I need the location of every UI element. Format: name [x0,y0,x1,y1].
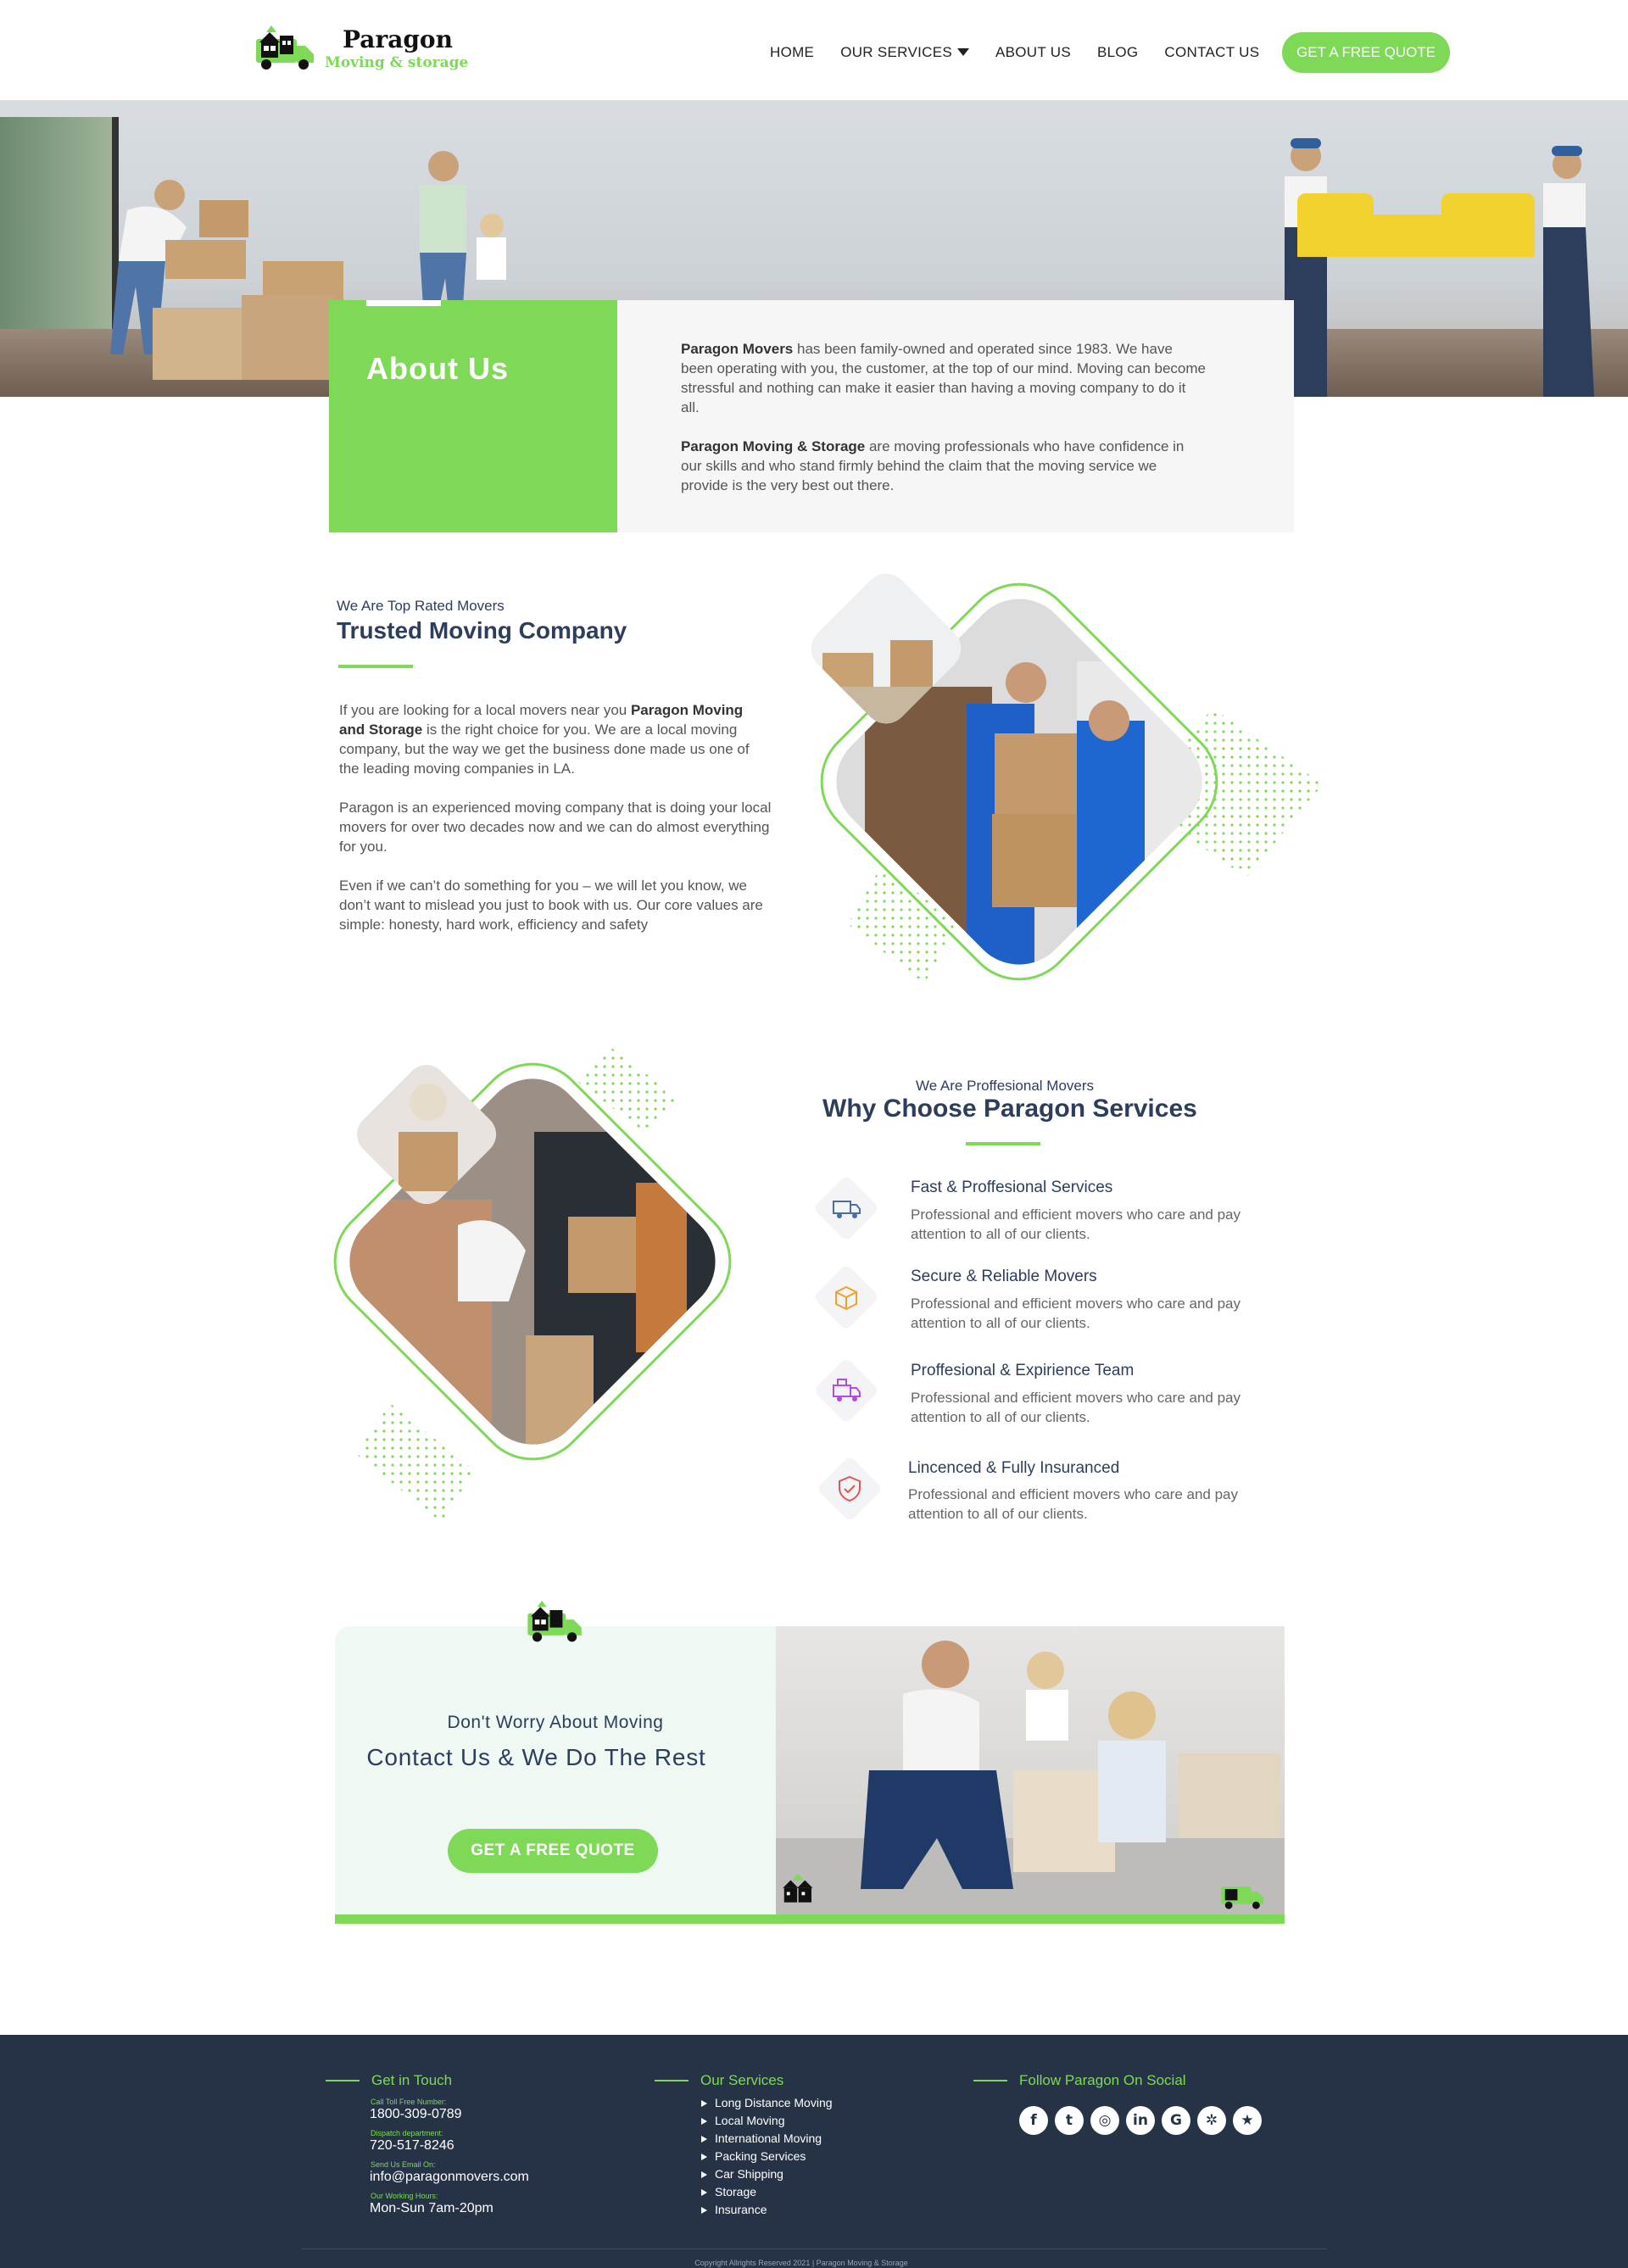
footer-service-item[interactable]: Insurance [701,2201,833,2219]
dispatch-label: Dispatch department: [371,2129,443,2137]
moving-truck-icon [812,1357,880,1424]
hours-label: Our Working Hours: [371,2192,438,2200]
about-accent-bar [366,300,441,306]
cta-title: Contact Us & We Do The Rest [366,1744,706,1770]
instagram-icon[interactable]: ◎ [1090,2106,1119,2135]
trusted-kicker: We Are Top Rated Movers [337,598,505,614]
feature-desc-4: Professional and efficient movers who ca… [908,1486,1239,1522]
why-title: Why Choose Paragon Services [822,1095,1197,1123]
footer-service-item[interactable]: Local Moving [701,2112,833,2130]
truck-logo-icon [1221,1886,1264,1909]
nav-about[interactable]: ABOUT US [995,44,1071,61]
truck-icon [812,1174,880,1242]
about-paragraph-2: Paragon Moving & Storage are moving prof… [681,437,1207,495]
copyright: Copyright Allrights Reserved 2021 | Para… [694,2259,908,2267]
about-title: About Us [366,351,509,386]
cta-free-quote-button[interactable]: GET A FREE QUOTE [448,1829,658,1873]
trusted-paragraph-3: Even if we can’t do something for you – … [339,878,763,933]
footer-service-item[interactable]: Long Distance Moving [701,2094,833,2112]
trusted-p1-a: If you are looking for a local movers ne… [339,702,631,718]
toll-number[interactable]: 1800-309-0789 [370,2107,462,2122]
feature-desc-3: Professional and efficient movers who ca… [911,1390,1241,1425]
footer-social-heading: Follow Paragon On Social [973,2072,1186,2088]
nav-home[interactable]: HOME [770,44,814,61]
about-p1-bold: Paragon Movers [681,341,794,357]
footer-service-item[interactable]: Car Shipping [701,2165,833,2183]
cta-kicker: Don't Worry About Moving [447,1713,664,1732]
feature-title-4: Lincenced & Fully Insuranced [908,1459,1120,1477]
family-photo [776,1626,1285,1914]
footer-services-heading: Our Services [654,2072,784,2088]
trusted-title: Trusted Moving Company [337,617,627,644]
footer-services-list: Long Distance Moving Local Moving Intern… [701,2094,833,2219]
about-p2-bold: Paragon Moving & Storage [681,438,866,454]
nav-contact[interactable]: CONTACT US [1164,44,1259,61]
feature-title-3: Proffesional & Expirience Team [911,1362,1135,1379]
house-logo-icon [783,1874,813,1903]
footer-touch-heading: Get in Touch [325,2072,453,2088]
truck-logo-icon [527,1600,582,1642]
family-diamond-image [328,1047,737,1522]
footer-service-item[interactable]: International Moving [701,2130,833,2148]
feature-desc-2: Professional and efficient movers who ca… [911,1296,1241,1331]
why-underline [966,1142,1040,1145]
main-nav: HOME OUR SERVICES ABOUT US BLOG CONTACT … [770,44,1285,61]
box-icon [812,1263,880,1331]
site-header: Paragon Moving & storage HOME OUR SERVIC… [0,0,1628,100]
cta-accent-bar [335,1914,1285,1924]
about-title-panel: About Us [329,300,617,532]
dispatch-number[interactable]: 720-517-8246 [370,2138,454,2154]
about-text-panel: Paragon Movers has been family-owned and… [617,300,1294,532]
email-link[interactable]: info@paragonmovers.com [370,2170,529,2185]
caret-down-icon [956,48,969,56]
google-icon[interactable]: G [1162,2106,1190,2135]
logo[interactable]: Paragon Moving & storage [254,22,475,76]
feature-title-2: Secure & Reliable Movers [911,1268,1097,1285]
footer-service-item[interactable]: Packing Services [701,2148,833,2165]
movers-diamond-image [802,565,1323,986]
brand-name: Paragon [343,25,453,53]
trusted-underline [338,665,413,668]
trusted-paragraph-1: If you are looking for a local movers ne… [339,700,772,778]
toll-label: Call Toll Free Number: [371,2098,447,2106]
shield-check-icon [816,1455,884,1523]
free-quote-button[interactable]: GET A FREE QUOTE [1282,32,1450,73]
about-paragraph-1: Paragon Movers has been family-owned and… [681,339,1207,417]
twitter-icon[interactable]: t [1055,2106,1084,2135]
linkedin-icon[interactable]: in [1126,2106,1155,2135]
family-photo-illustration [776,1641,1285,1914]
facebook-icon[interactable]: f [1019,2106,1048,2135]
why-kicker: We Are Proffesional Movers [915,1078,1095,1094]
nav-services-label: OUR SERVICES [840,44,952,60]
nav-blog[interactable]: BLOG [1097,44,1138,61]
feature-desc-1: Professional and efficient movers who ca… [911,1206,1241,1242]
yelp-icon[interactable]: ✲ [1197,2106,1226,2135]
footer-divider [301,2248,1327,2249]
truck-logo-icon [256,25,314,70]
nav-services[interactable]: OUR SERVICES [840,44,969,61]
cta-panel [335,1626,776,1923]
hours-value: Mon-Sun 7am-20pm [370,2201,493,2215]
trusted-paragraph-2: Paragon is an experienced moving company… [339,800,772,855]
footer-service-item[interactable]: Storage [701,2183,833,2201]
email-label: Send Us Email On: [371,2160,436,2169]
brand-tagline: Moving & storage [325,54,469,71]
star-icon[interactable]: ★ [1233,2106,1262,2135]
feature-title-1: Fast & Proffesional Services [911,1179,1113,1196]
